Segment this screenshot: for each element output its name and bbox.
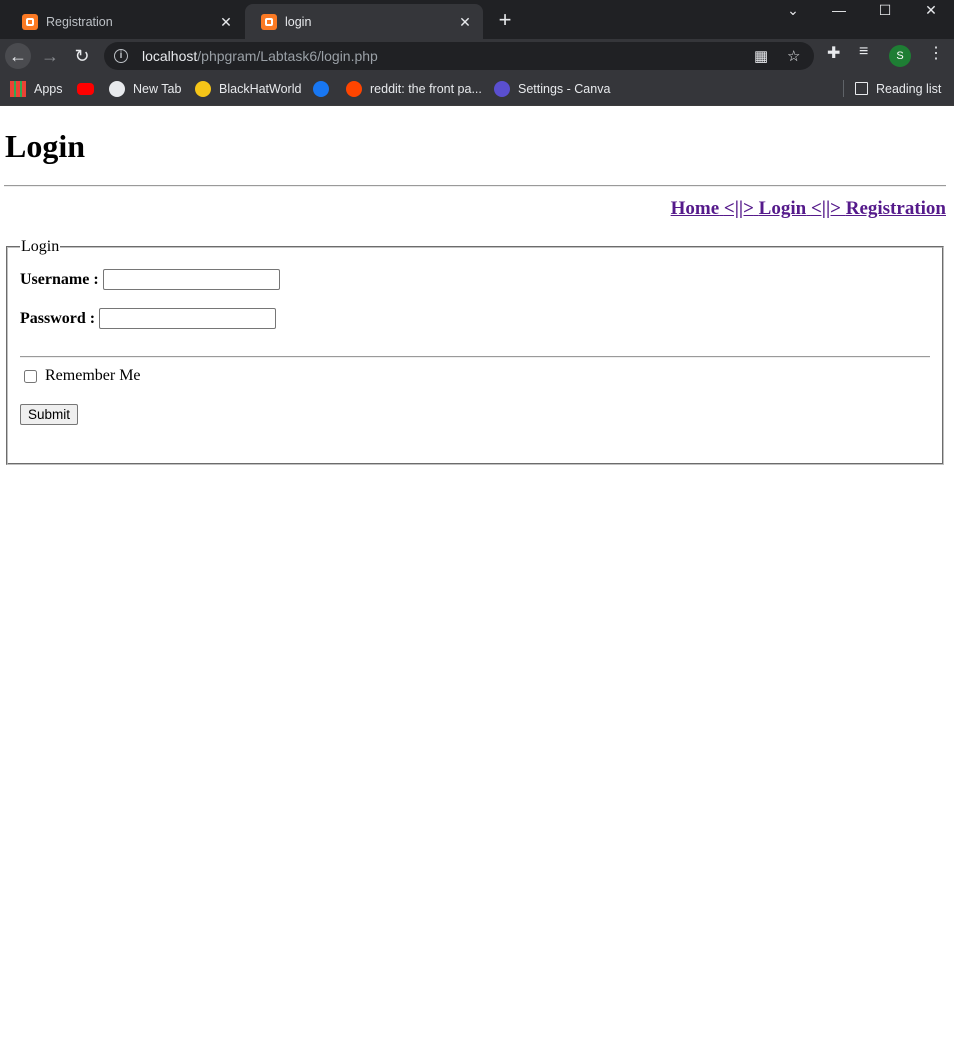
bookmark-blackhatworld[interactable]: BlackHatWorld xyxy=(195,71,301,106)
tab-title: Registration xyxy=(46,14,113,29)
qr-code-icon[interactable]: ▦ xyxy=(754,47,768,65)
bookmark-youtube[interactable] xyxy=(77,71,102,106)
canva-icon xyxy=(494,80,510,97)
submit-button[interactable]: Submit xyxy=(20,404,79,425)
password-label: Password : xyxy=(20,309,96,327)
url-path: /phpgram/Labtask6/login.php xyxy=(197,48,378,64)
page-title: Login xyxy=(5,128,86,164)
media-queue-icon[interactable]: ≡ xyxy=(859,43,868,61)
browser-toolbar: ← → ↻ i localhost/phpgram/Labtask6/login… xyxy=(0,39,954,71)
xampp-favicon-icon xyxy=(261,13,277,30)
username-label: Username : xyxy=(20,270,99,288)
tab-close-icon[interactable]: ✕ xyxy=(218,14,234,30)
username-row: Username : xyxy=(20,269,280,290)
site-info-icon[interactable]: i xyxy=(114,49,128,63)
tab-login[interactable]: login ✕ xyxy=(245,4,483,39)
tab-close-icon[interactable]: ✕ xyxy=(457,14,473,30)
bookmark-star-icon[interactable]: ☆ xyxy=(787,47,800,65)
facebook-icon xyxy=(313,80,329,97)
password-input[interactable] xyxy=(99,308,277,329)
username-input[interactable] xyxy=(102,269,280,290)
extensions-puzzle-icon[interactable]: ✚ xyxy=(827,43,840,63)
reading-list-label: Reading list xyxy=(876,81,942,96)
nav-separator: <||> xyxy=(810,198,841,219)
remember-row: Remember Me xyxy=(20,367,141,385)
bookmark-label: Settings - Canva xyxy=(518,81,611,96)
top-nav: Home <||> Login <||> Registration xyxy=(671,198,946,220)
new-tab-plus-icon[interactable]: + xyxy=(493,9,517,33)
tab-strip: Registration ✕ login ✕ + ⌄ — ☐ ✕ xyxy=(0,0,954,39)
reddit-icon xyxy=(346,80,362,97)
menu-kebab-icon[interactable]: ⋮ xyxy=(928,43,944,63)
maximize-icon[interactable]: ☐ xyxy=(862,0,908,20)
bookmark-canva[interactable]: Settings - Canva xyxy=(494,71,610,106)
remember-me-label: Remember Me xyxy=(45,367,141,384)
blackhatworld-icon xyxy=(195,80,211,97)
bookmark-reddit[interactable]: reddit: the front pa... xyxy=(346,71,482,106)
url-host: localhost xyxy=(142,48,198,64)
youtube-icon xyxy=(77,82,94,95)
nav-separator: <||> xyxy=(723,198,754,219)
divider xyxy=(4,185,946,187)
tab-title: login xyxy=(285,14,312,29)
password-row: Password : xyxy=(20,308,277,329)
reading-list-icon xyxy=(855,82,868,95)
reload-icon[interactable]: ↻ xyxy=(69,43,95,69)
bookmark-label: reddit: the front pa... xyxy=(370,81,482,96)
address-bar[interactable]: i localhost/phpgram/Labtask6/login.php ▦… xyxy=(104,42,814,70)
tab-search-chevron-icon[interactable]: ⌄ xyxy=(770,0,816,20)
profile-avatar[interactable]: S xyxy=(889,45,911,67)
login-fieldset: Login Username : Password : Remember Me … xyxy=(6,238,944,465)
browser-chrome: Registration ✕ login ✕ + ⌄ — ☐ ✕ ← → ↻ i… xyxy=(0,0,954,106)
bookmark-label: New Tab xyxy=(133,81,182,96)
bookmark-label: Apps xyxy=(34,81,63,96)
bookmark-new-tab[interactable]: New Tab xyxy=(109,71,181,106)
nav-registration-link[interactable]: Registration xyxy=(846,198,946,219)
login-legend: Login xyxy=(21,238,60,255)
reading-list-button[interactable]: Reading list xyxy=(855,71,941,106)
back-arrow-icon[interactable]: ← xyxy=(5,43,31,69)
tab-registration[interactable]: Registration ✕ xyxy=(6,4,244,39)
nav-login-link[interactable]: Login xyxy=(759,198,807,219)
bookmark-apps[interactable]: Apps xyxy=(10,71,63,106)
apps-grid-icon xyxy=(10,80,26,97)
bookmark-facebook[interactable] xyxy=(313,71,337,106)
window-close-icon[interactable]: ✕ xyxy=(908,0,954,20)
forward-arrow-icon[interactable]: → xyxy=(37,43,63,69)
globe-icon xyxy=(109,80,125,97)
xampp-favicon-icon xyxy=(22,13,38,30)
bookmark-label: BlackHatWorld xyxy=(219,81,302,96)
minimize-icon[interactable]: — xyxy=(816,0,862,20)
bookmarks-bar: Apps New Tab BlackHatWorld reddit: the f… xyxy=(0,71,954,106)
form-divider xyxy=(20,356,930,358)
remember-me-checkbox[interactable] xyxy=(24,369,37,383)
nav-home-link[interactable]: Home xyxy=(671,198,720,219)
bookmarks-divider xyxy=(843,80,844,97)
